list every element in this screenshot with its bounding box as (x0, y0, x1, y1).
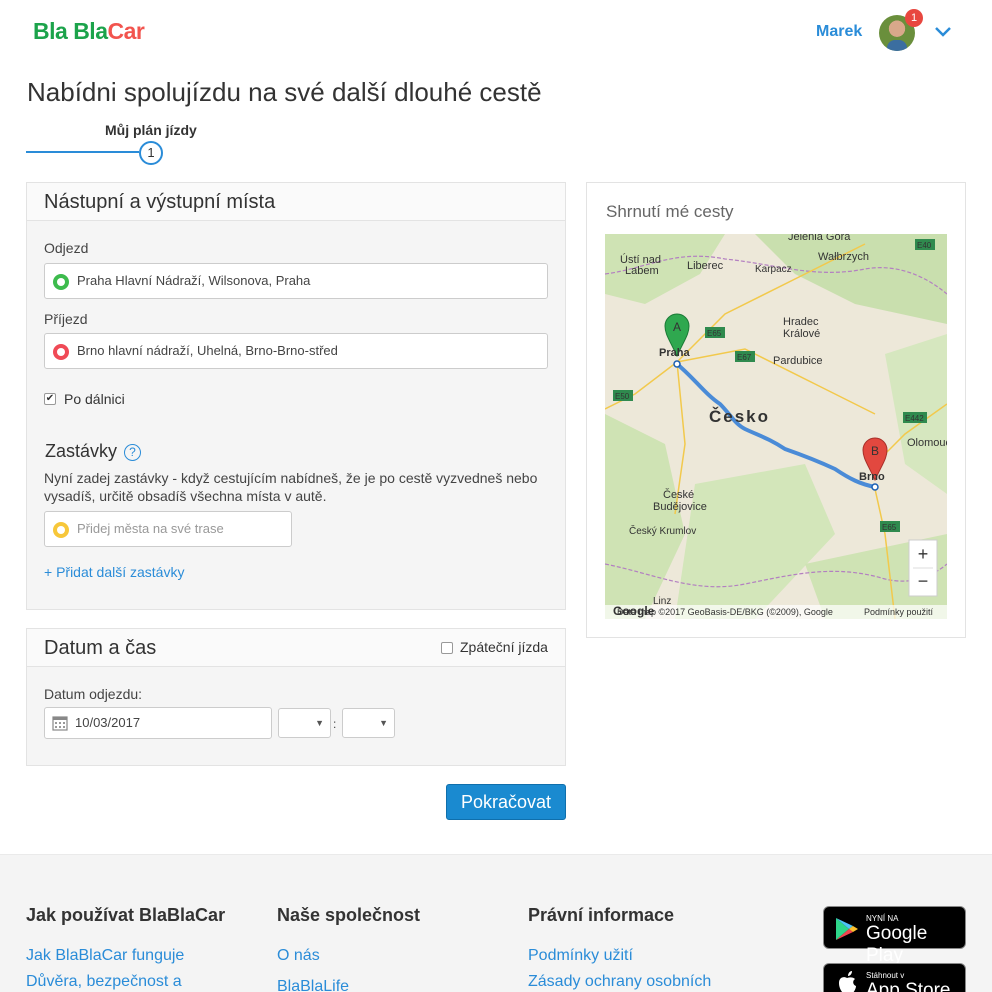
return-trip-checkbox[interactable] (441, 642, 453, 654)
logo-bla-2: Bla (73, 18, 108, 44)
map-label-budejovice: Budějovice (653, 501, 707, 513)
minute-select-arrow-icon: ▼ (379, 718, 388, 728)
google-play-badge[interactable]: NYNÍ NA Google Play (823, 906, 966, 966)
stops-description: Nyní zadej zastávky - když cestujícím na… (44, 470, 538, 504)
hour-select[interactable]: ▼ (278, 708, 331, 738)
road-e67: E67 (737, 353, 752, 362)
map-label-karpacz: Karpacz (755, 264, 792, 275)
map-label-jelenia-gora: Jelenia Góra (788, 234, 851, 243)
date-input[interactable]: 10/03/2017 (44, 707, 272, 739)
footer-col1-title: Jak používat BlaBlaCar (26, 905, 226, 925)
map-label-walbrzych: Wałbrzych (818, 251, 869, 263)
google-play-icon (836, 918, 858, 940)
map-label-brno: Brno (859, 471, 885, 483)
footer-col3-title: Právní informace (528, 905, 675, 925)
time-separator: : (333, 717, 337, 731)
chevron-down-icon[interactable] (933, 22, 953, 42)
arrival-input[interactable]: Brno hlavní nádraží, Uhelná, Brno-Brno-s… (44, 333, 548, 369)
departure-value: Praha Hlavní Nádraží, Wilsonova, Praha (77, 273, 311, 288)
map-label-pardubice: Pardubice (773, 355, 823, 367)
footer-link-terms[interactable]: Podmínky užití (528, 947, 633, 965)
page-title: Nabídni spolujízdu na své další dlouhé c… (27, 77, 542, 107)
footer: Jak používat BlaBlaCar Jak BlaBlaCar fun… (0, 854, 992, 992)
logo-bla-1: Bla (33, 18, 68, 44)
places-panel-title: Nástupní a výstupní místa (44, 191, 276, 213)
footer-link-privacy[interactable]: Zásady ochrany osobních (528, 973, 711, 991)
datetime-panel-header: Datum a čas Zpáteční jízda (27, 629, 565, 667)
arrival-pin-icon (53, 344, 69, 360)
road-e65-south: E65 (882, 523, 897, 532)
stop-pin-icon (53, 522, 69, 538)
add-stops-link[interactable]: + Přidat další zastávky (44, 564, 184, 580)
header: Bla BlaCar Marek 1 (0, 0, 992, 64)
departure-label: Odjezd (44, 240, 89, 256)
google-play-big-text: Google Play (866, 923, 928, 966)
places-panel-header: Nástupní a výstupní místa (27, 183, 565, 221)
map-label-kralove: Králové (783, 328, 820, 340)
highway-label[interactable]: Po dálnici (64, 391, 125, 407)
return-trip-label[interactable]: Zpáteční jízda (460, 639, 548, 655)
zoom-in-button[interactable]: + (918, 544, 929, 564)
stops-title: Zastávky (45, 441, 118, 461)
app-store-small-text: Stáhnout v (866, 971, 905, 980)
hour-select-arrow-icon: ▼ (315, 718, 324, 728)
svg-text:B: B (871, 444, 879, 458)
calendar-icon (52, 716, 68, 731)
map-label-cesko: Česko (709, 407, 770, 426)
google-play-small-text: NYNÍ NA (866, 914, 899, 923)
road-e40: E40 (917, 241, 932, 250)
apple-icon (839, 971, 856, 992)
map-label-krumlov: Český Krumlov (629, 524, 696, 537)
map-label-hradec: Hradec (783, 316, 819, 328)
map-terms-link[interactable]: Podmínky použití (864, 607, 934, 617)
highway-checkbox[interactable]: ✔ (44, 393, 56, 405)
road-e65: E65 (707, 329, 722, 338)
footer-link-trust[interactable]: Důvěra, bezpečnost a (26, 973, 182, 991)
datetime-panel: Datum a čas Zpáteční jízda Datum odjezdu… (26, 628, 566, 766)
app-store-badge[interactable]: Stáhnout v App Store (823, 963, 966, 992)
notification-badge: 1 (905, 9, 923, 27)
step-progress-line (26, 151, 139, 153)
svg-text:A: A (673, 320, 681, 334)
user-name[interactable]: Marek (816, 23, 862, 41)
map-canvas: A B Jelenia Góra Wałbrzych Ústí nad Labe… (605, 234, 947, 619)
map-label-praha: Praha (659, 347, 690, 359)
arrival-label: Příjezd (44, 311, 88, 327)
zoom-out-button[interactable]: − (918, 571, 929, 591)
app-store-big-text: App Store (866, 980, 951, 992)
step-label: Můj plán jízdy (105, 122, 197, 138)
summary-title: Shrnutí mé cesty (606, 202, 734, 221)
places-panel: Nástupní a výstupní místa Odjezd Praha H… (26, 182, 566, 610)
footer-link-about[interactable]: O nás (277, 947, 320, 965)
footer-link-blablalife[interactable]: BlaBlaLife (277, 978, 349, 992)
stop-placeholder: Přidej města na své trase (77, 521, 224, 536)
help-icon[interactable]: ? (124, 444, 141, 461)
road-e50: E50 (615, 392, 630, 401)
step-indicator: 1 (139, 141, 163, 165)
map-label-labem: Labem (625, 265, 659, 277)
departure-input[interactable]: Praha Hlavní Nádraží, Wilsonova, Praha (44, 263, 548, 299)
map-label-liberec: Liberec (687, 260, 724, 272)
date-value: 10/03/2017 (75, 715, 141, 730)
map-attribution: Data map ©2017 GeoBasis-DE/BKG (©2009), … (617, 607, 833, 617)
footer-col2-title: Naše společnost (277, 905, 421, 925)
minute-select[interactable]: ▼ (342, 708, 395, 738)
road-e442: E442 (905, 414, 924, 423)
arrival-value: Brno hlavní nádraží, Uhelná, Brno-Brno-s… (77, 343, 338, 358)
continue-button[interactable]: Pokračovat (446, 784, 566, 820)
route-map[interactable]: A B Jelenia Góra Wałbrzych Ústí nad Labe… (605, 234, 947, 619)
blablacar-logo[interactable]: Bla BlaCar (33, 18, 145, 45)
departure-pin-icon (53, 274, 69, 290)
datetime-panel-title: Datum a čas (44, 637, 157, 659)
logo-car: Car (107, 18, 145, 44)
footer-link-how-it-works[interactable]: Jak BlaBlaCar funguje (26, 947, 184, 965)
date-label: Datum odjezdu: (44, 686, 143, 702)
zoom-control[interactable]: + − (908, 539, 938, 597)
map-label-olomouc: Olomouc (907, 437, 947, 449)
map-label-ceske: České (663, 488, 694, 501)
stop-input[interactable]: Přidej města na své trase (44, 511, 292, 547)
